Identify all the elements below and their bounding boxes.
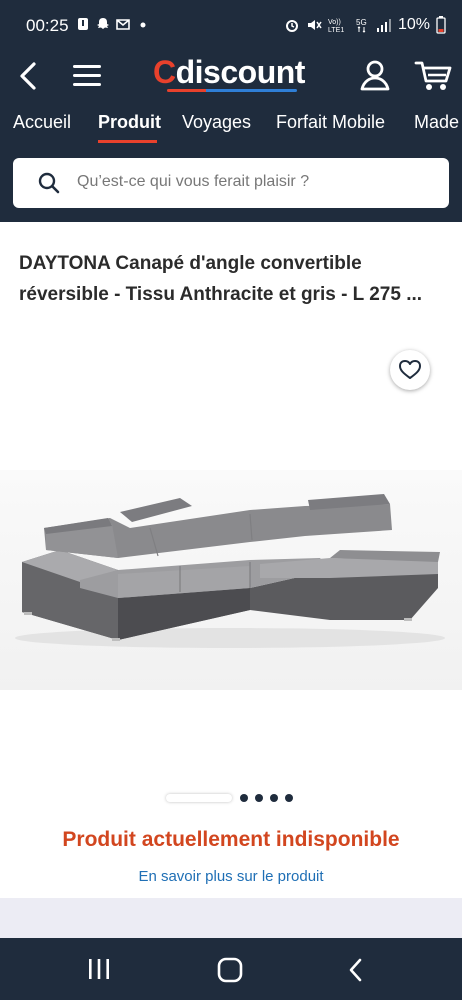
home-icon[interactable] [216,956,244,984]
tab-voyages[interactable]: Voyages [182,112,251,133]
tab-produit[interactable]: Produit [98,112,161,133]
section-divider [0,898,462,938]
nav-back-icon[interactable] [346,958,366,982]
active-tab-indicator [98,140,157,143]
dot-icon [140,22,146,28]
cdiscount-logo[interactable]: Cdiscount [153,54,313,94]
svg-text:Vo)): Vo)) [328,19,341,26]
mail-icon [116,19,130,30]
logo-underline [167,89,297,92]
5g-icon: 5G [356,18,367,33]
snapchat-icon [97,18,109,29]
battery-icon [436,16,446,34]
carousel-dot[interactable] [255,794,263,802]
signal-icon [376,19,391,32]
svg-text:LTE1: LTE1 [328,27,344,33]
system-nav-bar [0,938,462,1000]
tab-made[interactable]: Made [414,112,459,133]
carousel-pagination [166,792,306,804]
top-bar: Cdiscount [0,54,462,98]
heart-icon [399,360,421,379]
mute-icon [307,20,322,30]
product-title: DAYTONA Canapé d'angle convertible réver… [19,253,423,305]
user-icon[interactable] [358,58,392,92]
status-right: Vo)) LTE1 5G 10% [284,16,446,34]
product-details-link[interactable]: En savoir plus sur le produit [0,868,462,885]
carousel-dot[interactable] [240,794,248,802]
volte-icon: Vo))LTE1 [328,19,344,33]
recent-apps-icon[interactable] [86,958,112,980]
status-time: 00:25 [26,16,69,35]
tab-accueil[interactable]: Accueil [13,112,71,133]
back-icon[interactable] [14,58,44,94]
status-bar: 00:25 Vo)) LTE1 5G 10% [0,0,462,54]
carousel-dot[interactable] [270,794,278,802]
carousel-dot[interactable] [285,794,293,802]
tab-forfait-mobile[interactable]: Forfait Mobile [276,112,385,133]
notification-icons [76,17,150,31]
search-icon [38,172,60,194]
carousel-dot-active[interactable] [166,794,232,802]
favorite-button[interactable] [390,350,430,390]
svg-text:5G: 5G [356,18,367,27]
product-image[interactable] [0,470,462,690]
logo-c-letter: C [153,54,176,90]
alarm-icon [285,20,298,32]
category-nav: Accueil Produit Voyages Forfait Mobile M… [0,110,462,144]
search-bar[interactable]: Qu’est-ce qui vous ferait plaisir ? [13,158,449,208]
search-input[interactable]: Qu’est-ce qui vous ferait plaisir ? [77,173,309,191]
notification-icon [78,18,88,30]
battery-percent: 10% [397,16,430,33]
app-header: Cdiscount Accueil Produit Voyages Forfai… [0,54,462,222]
logo-text: Cdiscount [153,54,305,90]
cart-icon[interactable] [414,58,452,92]
availability-status: Produit actuellement indisponible [62,828,400,851]
menu-icon[interactable] [70,60,104,92]
